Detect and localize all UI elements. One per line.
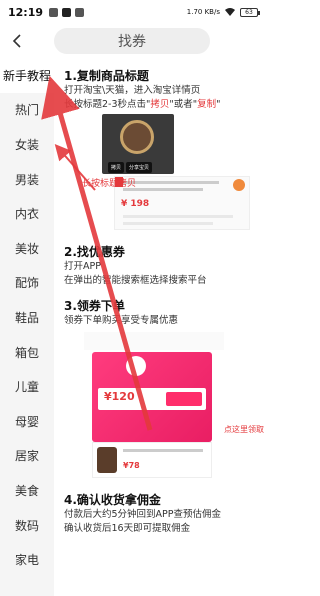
step3-line1: 领券下单购买享受专属优惠 (64, 315, 179, 326)
watch-icon (120, 120, 154, 154)
share-icon (233, 179, 245, 191)
wifi-icon (225, 8, 235, 16)
watch-icon (97, 447, 117, 473)
product-price: ¥78 (123, 461, 140, 470)
product-card-mock: ¥78 (92, 442, 212, 478)
detail-line (123, 215, 233, 218)
sidebar-item-baby[interactable]: 母婴 (0, 404, 54, 439)
step1-line1: 打开淘宝\天猫，进入淘宝详情页 (64, 85, 201, 96)
sidebar-item-shoes[interactable]: 鞋品 (0, 300, 54, 335)
sidebar-item-accessories[interactable]: 配饰 (0, 266, 54, 301)
status-time: 12:19 (8, 5, 44, 19)
sidebar-item-men[interactable]: 男装 (0, 162, 54, 197)
sidebar-item-hot[interactable]: 热门 (0, 93, 54, 128)
coupon-banner: ¥120 (92, 352, 212, 442)
product-price: ¥ 198 (121, 199, 150, 209)
step1-illustration: 拷贝 分享宝贝 ¥ 198 长按标题拷贝 (82, 114, 252, 234)
notification-icon (49, 7, 59, 17)
notification-icons (49, 7, 85, 17)
step1-line2: 长按标题2-3秒点击"拷贝"或者"复制" (64, 98, 266, 112)
notification-icon (62, 7, 72, 17)
notification-icon (75, 7, 85, 17)
network-speed: 1.70 KB/s (186, 7, 220, 16)
app-header: 找券 (0, 24, 266, 58)
detail-line (123, 222, 213, 225)
title-line (123, 449, 203, 452)
step1-title: 1.复制商品标题 (64, 69, 149, 83)
step4-title: 4.确认收货拿佣金 (64, 493, 161, 507)
claim-label: 点这里领取 (224, 425, 264, 434)
sidebar-item-women[interactable]: 女装 (0, 127, 54, 162)
sidebar-item-home[interactable]: 居家 (0, 439, 54, 474)
copy-keyword: 复制 (197, 99, 217, 110)
product-image: 拷贝 分享宝贝 (102, 114, 174, 174)
sidebar-item-tutorial[interactable]: 新手教程 (0, 58, 54, 93)
sidebar-item-appliances[interactable]: 家电 (0, 542, 54, 577)
step2-line1: 打开APP (64, 261, 101, 272)
step1-text: 长按标题2-3秒点击" (64, 99, 151, 110)
step2-line2: 在弹出的智能搜索框选择搜索平台 (64, 275, 207, 286)
shop-logo-icon (126, 356, 146, 376)
tutorial-content: 1.复制商品标题 打开淘宝\天猫，进入淘宝详情页 长按标题2-3秒点击"拷贝"或… (58, 58, 266, 596)
step4-line1: 付款后大约5分钟回到APP查预估佣金 (64, 509, 222, 520)
sidebar-item-beauty[interactable]: 美妆 (0, 231, 54, 266)
title-line (123, 181, 219, 184)
category-sidebar: 新手教程 热门 女装 男装 内衣 美妆 配饰 鞋品 箱包 儿童 母婴 居家 美食… (0, 58, 54, 596)
claim-button-mock (166, 392, 202, 406)
sidebar-item-digital[interactable]: 数码 (0, 508, 54, 543)
copy-keyword: 拷贝 (150, 99, 170, 110)
sidebar-item-kids[interactable]: 儿童 (0, 369, 54, 404)
battery-icon: 63 (240, 7, 260, 17)
sidebar-item-food[interactable]: 美食 (0, 473, 54, 508)
step3-illustration: ¥120 ¥78 点这里领取 (84, 332, 264, 482)
sidebar-item-bags[interactable]: 箱包 (0, 335, 54, 370)
step2-title: 2.找优惠券 (64, 245, 125, 259)
copy-chip: 拷贝 (108, 162, 125, 173)
step3-title: 3.领券下单 (64, 299, 125, 313)
step1-text: " (216, 99, 221, 110)
share-chip: 分享宝贝 (126, 162, 153, 173)
phone-status-mock (84, 332, 224, 350)
status-bar: 12:19 1.70 KB/s 63 (0, 0, 266, 24)
chevron-left-icon (12, 34, 21, 48)
sidebar-item-underwear[interactable]: 内衣 (0, 196, 54, 231)
back-button[interactable] (4, 28, 30, 54)
coupon-amount: ¥120 (104, 390, 135, 403)
page-title: 找券 (54, 28, 210, 54)
step4-line2: 确认收货后16天即可提取佣金 (64, 523, 191, 534)
longpress-label: 长按标题拷贝 (82, 179, 137, 189)
step1-text: "或者" (169, 99, 198, 110)
